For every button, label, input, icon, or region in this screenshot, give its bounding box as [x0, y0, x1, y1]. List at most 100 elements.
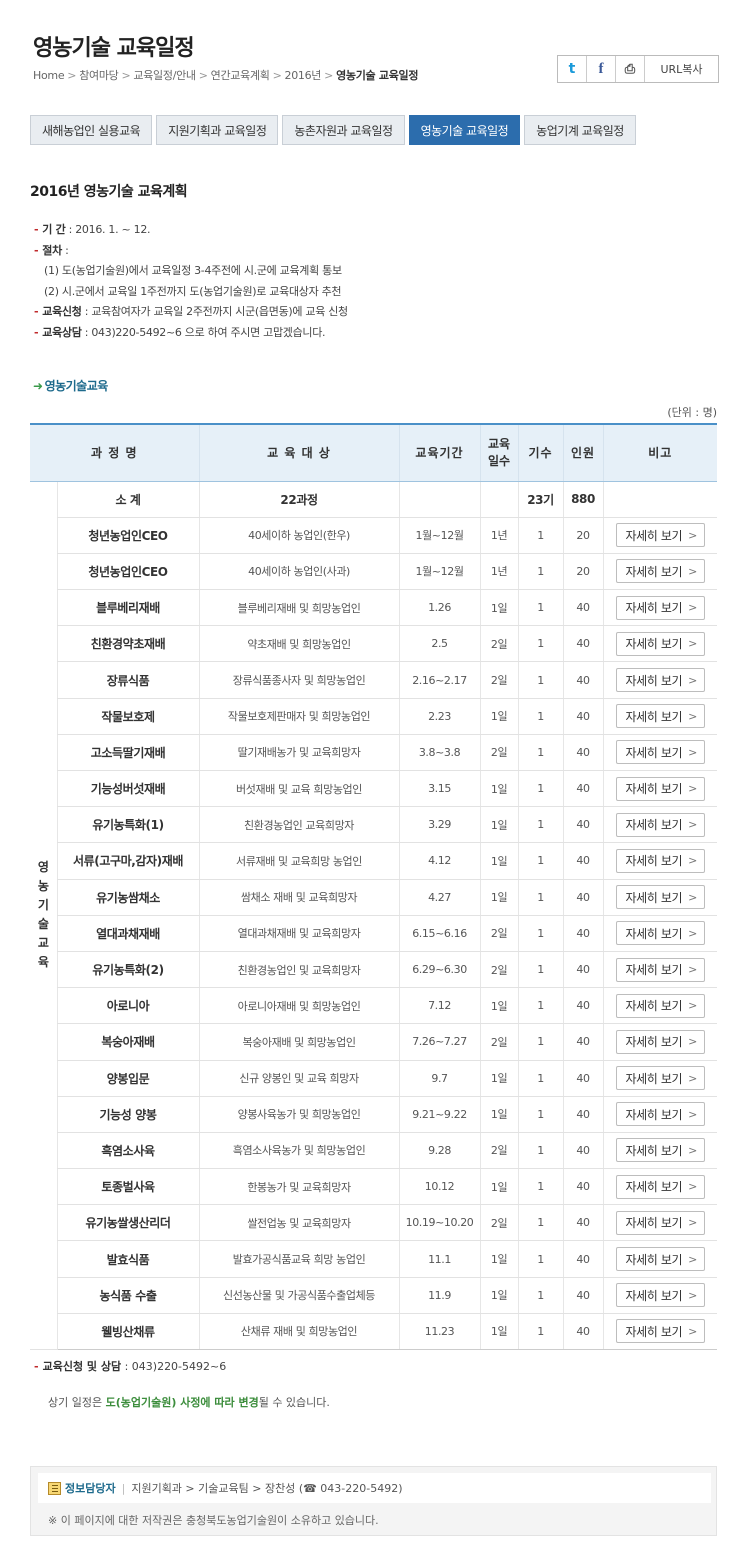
- course-remark: 자세히 보기 >: [602, 1096, 718, 1133]
- course-target: 블루베리재배 및 희망농업인: [198, 589, 400, 627]
- course-people: 40: [562, 625, 604, 663]
- detail-button[interactable]: 자세히 보기 >: [615, 957, 705, 982]
- course-cohorts: 1: [517, 987, 564, 1025]
- tab-farm-machinery[interactable]: 농업기계 교육일정: [524, 115, 636, 145]
- table-row: 블루베리재배 블루베리재배 및 희망농업인 1.26 1일 1 40 자세히 보기 >: [30, 589, 718, 627]
- detail-button[interactable]: 자세히 보기 >: [615, 1174, 705, 1199]
- table-row: 유기농특화(2) 친환경농업인 및 교육희망자 6.29~6.30 2일 1 40 자세히 …: [30, 951, 718, 989]
- course-remark: 자세히 보기 >: [602, 951, 718, 989]
- detail-button[interactable]: 자세히 보기 >: [615, 1102, 705, 1127]
- col-header-days: 교육일수: [479, 423, 519, 482]
- chevron-right-icon: >: [688, 673, 697, 687]
- course-days: 1일: [479, 1096, 519, 1133]
- course-period: 2.5: [398, 625, 481, 663]
- detail-button[interactable]: 자세히 보기 >: [615, 1247, 705, 1272]
- detail-button[interactable]: 자세히 보기 >: [615, 559, 705, 584]
- detail-button[interactable]: 자세히 보기 >: [615, 1029, 705, 1054]
- course-people: 40: [562, 698, 604, 735]
- course-people: 40: [562, 1132, 604, 1170]
- bullet-dash: -: [34, 305, 39, 318]
- course-remark: 자세히 보기 >: [602, 806, 718, 844]
- course-target: 40세이하 농업인(사과): [198, 553, 400, 591]
- course-name: 작물보호제: [56, 698, 200, 735]
- breadcrumb-education-info[interactable]: 교육일정/안내: [133, 69, 196, 82]
- course-days: 1년: [479, 517, 519, 554]
- course-people: 40: [562, 1240, 604, 1278]
- detail-button[interactable]: 자세히 보기 >: [615, 595, 705, 620]
- course-name: 유기농특화(2): [56, 951, 200, 989]
- chevron-right-icon: >: [688, 1035, 697, 1049]
- detail-button-label: 자세히 보기: [625, 1143, 683, 1158]
- course-cohorts: 1: [517, 1313, 564, 1351]
- table-row: 장류식품 장류식품종사자 및 희망농업인 2.16~2.17 2일 1 40 자세히 보기 >: [30, 661, 718, 699]
- detail-button[interactable]: 자세히 보기 >: [615, 704, 705, 729]
- table-total-row: 영농기술교육 소 계 22과정 23기 880: [30, 481, 718, 1350]
- tab-support-planning[interactable]: 지원기획과 교육일정: [156, 115, 279, 145]
- category-char: 교: [37, 936, 49, 951]
- breadcrumb-annual-plan[interactable]: 연간교육계획: [211, 69, 270, 82]
- detail-button[interactable]: 자세히 보기 >: [615, 740, 705, 765]
- detail-button[interactable]: 자세히 보기 >: [615, 523, 705, 548]
- twitter-icon[interactable]: t: [558, 56, 587, 82]
- print-icon[interactable]: ⎙: [616, 56, 645, 82]
- plan-apply: - 교육신청 : 교육참여자가 교육일 2주전까지 시군(읍면동)에 교육 신청: [34, 302, 348, 323]
- detail-button[interactable]: 자세히 보기 >: [615, 1319, 705, 1344]
- detail-button-label: 자세히 보기: [625, 999, 683, 1014]
- detail-button-label: 자세히 보기: [625, 963, 683, 978]
- breadcrumb-participation[interactable]: 참여마당: [79, 69, 119, 82]
- course-people: 40: [562, 879, 604, 916]
- course-cohorts: 1: [517, 698, 564, 735]
- course-name: 웰빙산채류: [56, 1313, 200, 1351]
- course-name: 유기농특화(1): [56, 806, 200, 844]
- course-days: 2일: [479, 915, 519, 952]
- course-days: 2일: [479, 1132, 519, 1170]
- detail-button[interactable]: 자세히 보기 >: [615, 885, 705, 910]
- total-people: 880: [562, 481, 604, 518]
- table-row: 유기농쌈채소 쌈채소 재배 및 교육희망자 4.27 1일 1 40 자세히 보기 >: [30, 879, 718, 916]
- total-remark: [602, 481, 718, 518]
- detail-button[interactable]: 자세히 보기 >: [615, 1283, 705, 1308]
- course-period: 4.27: [398, 879, 481, 916]
- breadcrumb-home[interactable]: Home: [33, 69, 65, 82]
- facebook-icon[interactable]: f: [587, 56, 616, 82]
- course-period: 9.28: [398, 1132, 481, 1170]
- detail-button[interactable]: 자세히 보기 >: [615, 631, 705, 656]
- detail-button-label: 자세히 보기: [625, 1180, 683, 1195]
- course-days: 1일: [479, 770, 519, 808]
- detail-button-label: 자세히 보기: [625, 564, 683, 579]
- tab-new-year-farmer-training[interactable]: 새해농업인 실용교육: [30, 115, 153, 145]
- detail-button[interactable]: 자세히 보기 >: [615, 1210, 705, 1235]
- detail-button[interactable]: 자세히 보기 >: [615, 1138, 705, 1163]
- detail-button[interactable]: 자세히 보기 >: [615, 812, 705, 837]
- course-remark: 자세히 보기 >: [602, 1060, 718, 1097]
- course-days: 1년: [479, 553, 519, 591]
- course-days: 1일: [479, 1240, 519, 1278]
- breadcrumb-year[interactable]: 2016년: [285, 69, 322, 82]
- course-cohorts: 1: [517, 734, 564, 772]
- total-target: 22과정: [198, 481, 400, 518]
- change-post: 될 수 있습니다.: [258, 1396, 330, 1409]
- plan-heading: 2016년 영농기술 교육계획: [30, 184, 188, 200]
- detail-button[interactable]: 자세히 보기 >: [615, 1066, 705, 1091]
- detail-button-label: 자세히 보기: [625, 1071, 683, 1086]
- copy-url-button[interactable]: URL복사: [645, 56, 718, 82]
- change-pre: 상기 일정은: [48, 1396, 106, 1409]
- chevron-right-icon: >: [688, 1071, 697, 1085]
- course-period: 3.15: [398, 770, 481, 808]
- detail-button[interactable]: 자세히 보기 >: [615, 848, 705, 873]
- course-name: 청년농업인CEO: [56, 553, 200, 591]
- course-period: 7.26~7.27: [398, 1023, 481, 1061]
- plan-consult-label: 교육상담: [42, 325, 82, 339]
- tab-rural-resources[interactable]: 농촌자원과 교육일정: [282, 115, 405, 145]
- table-row: 친환경약초재배 약초재배 및 희망농업인 2.5 2일 1 40 자세히 보기 >: [30, 625, 718, 663]
- tab-farming-tech[interactable]: 영농기술 교육일정: [408, 115, 521, 145]
- course-people: 40: [562, 1277, 604, 1314]
- detail-button[interactable]: 자세히 보기 >: [615, 776, 705, 801]
- course-remark: 자세히 보기 >: [602, 915, 718, 952]
- course-people: 40: [562, 1060, 604, 1097]
- chevron-right-icon: >: [688, 890, 697, 904]
- detail-button[interactable]: 자세히 보기 >: [615, 993, 705, 1018]
- detail-button[interactable]: 자세히 보기 >: [615, 668, 705, 693]
- detail-button[interactable]: 자세히 보기 >: [615, 921, 705, 946]
- course-days: 1일: [479, 879, 519, 916]
